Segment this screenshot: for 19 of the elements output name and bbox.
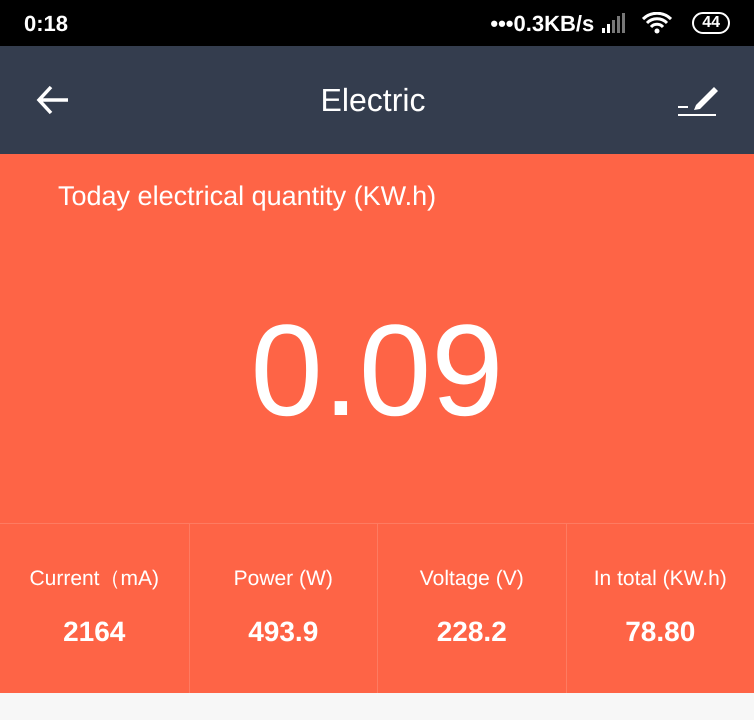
stat-value: 228.2 xyxy=(436,614,507,649)
today-quantity-value: 0.09 xyxy=(250,304,504,434)
signal-icon xyxy=(602,13,626,33)
stat-value: 493.9 xyxy=(248,614,318,649)
stat-label: Current（mA) xyxy=(29,566,160,592)
battery-level: 44 xyxy=(692,12,730,34)
notification-dots: ••• xyxy=(490,10,514,38)
network-speed: 0.3KB/s xyxy=(513,10,594,38)
stat-label: In total (KW.h) xyxy=(594,566,727,592)
back-button[interactable] xyxy=(36,85,70,115)
clock-time: 0:18 xyxy=(24,10,68,38)
stat-value: 78.80 xyxy=(625,614,696,649)
stat-label: Voltage (V) xyxy=(420,566,524,592)
page-title: Electric xyxy=(320,81,426,120)
wifi-icon xyxy=(642,12,672,34)
stat-value: 2164 xyxy=(63,614,126,649)
stat-label: Power (W) xyxy=(234,566,333,592)
today-quantity-label: Today electrical quantity (KW.h) xyxy=(57,180,436,213)
back-arrow-icon xyxy=(36,85,70,115)
